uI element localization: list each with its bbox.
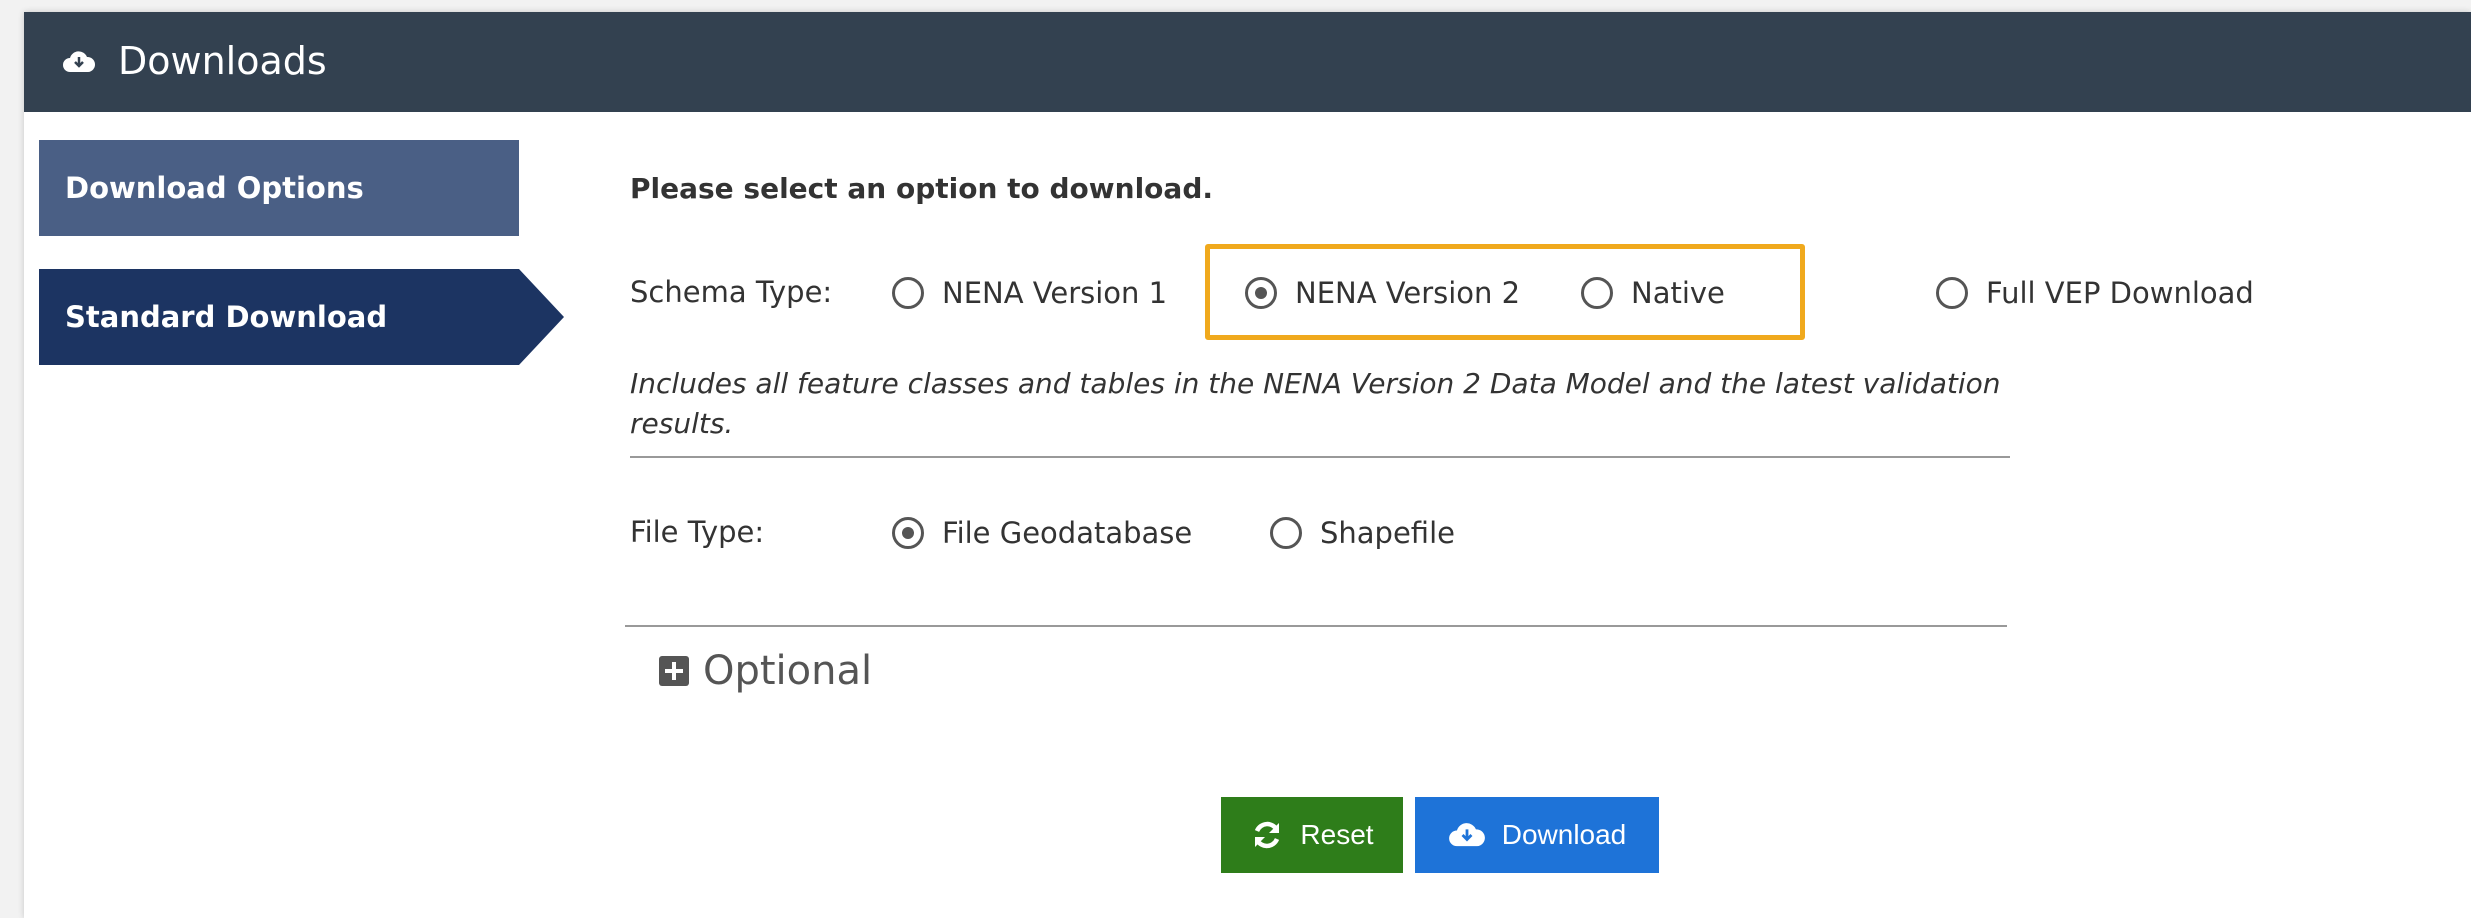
sidebar-item-download-options[interactable]: Download Options	[39, 140, 519, 236]
radio-file-geodatabase[interactable]: File Geodatabase	[892, 516, 1192, 550]
radio-circle[interactable]	[1270, 517, 1302, 549]
button-label: Download	[1501, 819, 1627, 850]
radio-label: NENA Version 1	[942, 276, 1168, 310]
active-arrow	[519, 269, 564, 365]
button-label: Reset	[1300, 819, 1374, 850]
download-button[interactable]: Download	[1415, 797, 1659, 873]
radio-circle[interactable]	[892, 277, 924, 309]
file-type-label: File Type:	[630, 515, 765, 549]
radio-label: File Geodatabase	[942, 516, 1193, 550]
radio-label: Shapefile	[1320, 516, 1455, 550]
schema-description: Includes all feature classes and tables …	[630, 367, 2001, 440]
download-prompt: Please select an option to download.	[630, 172, 1213, 205]
sidebar-item-standard-download[interactable]: Standard Download	[39, 269, 564, 365]
highlight-box	[1205, 244, 1805, 340]
cloud-download-icon	[63, 51, 96, 72]
panel-title: Downloads	[118, 39, 327, 83]
divider	[625, 625, 2007, 627]
reset-button[interactable]: Reset	[1221, 797, 1403, 873]
cloud-download-icon	[1448, 823, 1485, 847]
sidebar-item-label: Download Options	[65, 171, 364, 205]
optional-toggle[interactable]: Optional	[659, 648, 872, 694]
plus-square-icon	[659, 656, 689, 686]
radio-label: Full VEP Download	[1986, 276, 2254, 310]
refresh-icon	[1255, 821, 1280, 849]
radio-circle-selected[interactable]	[892, 517, 924, 549]
radio-nena-version-1[interactable]: NENA Version 1	[892, 276, 1167, 310]
schema-type-label: Schema Type:	[630, 275, 833, 309]
radio-shapefile[interactable]: Shapefile	[1270, 516, 1455, 550]
radio-full-vep-download[interactable]: Full VEP Download	[1936, 276, 2254, 310]
sidebar-item-label: Standard Download	[65, 300, 388, 334]
radio-circle[interactable]	[1936, 277, 1968, 309]
downloads-panel: Downloads Download Options Standard Down…	[24, 12, 2471, 918]
panel-header: Downloads	[24, 12, 2471, 112]
optional-label: Optional	[703, 648, 873, 694]
divider	[630, 456, 2010, 458]
